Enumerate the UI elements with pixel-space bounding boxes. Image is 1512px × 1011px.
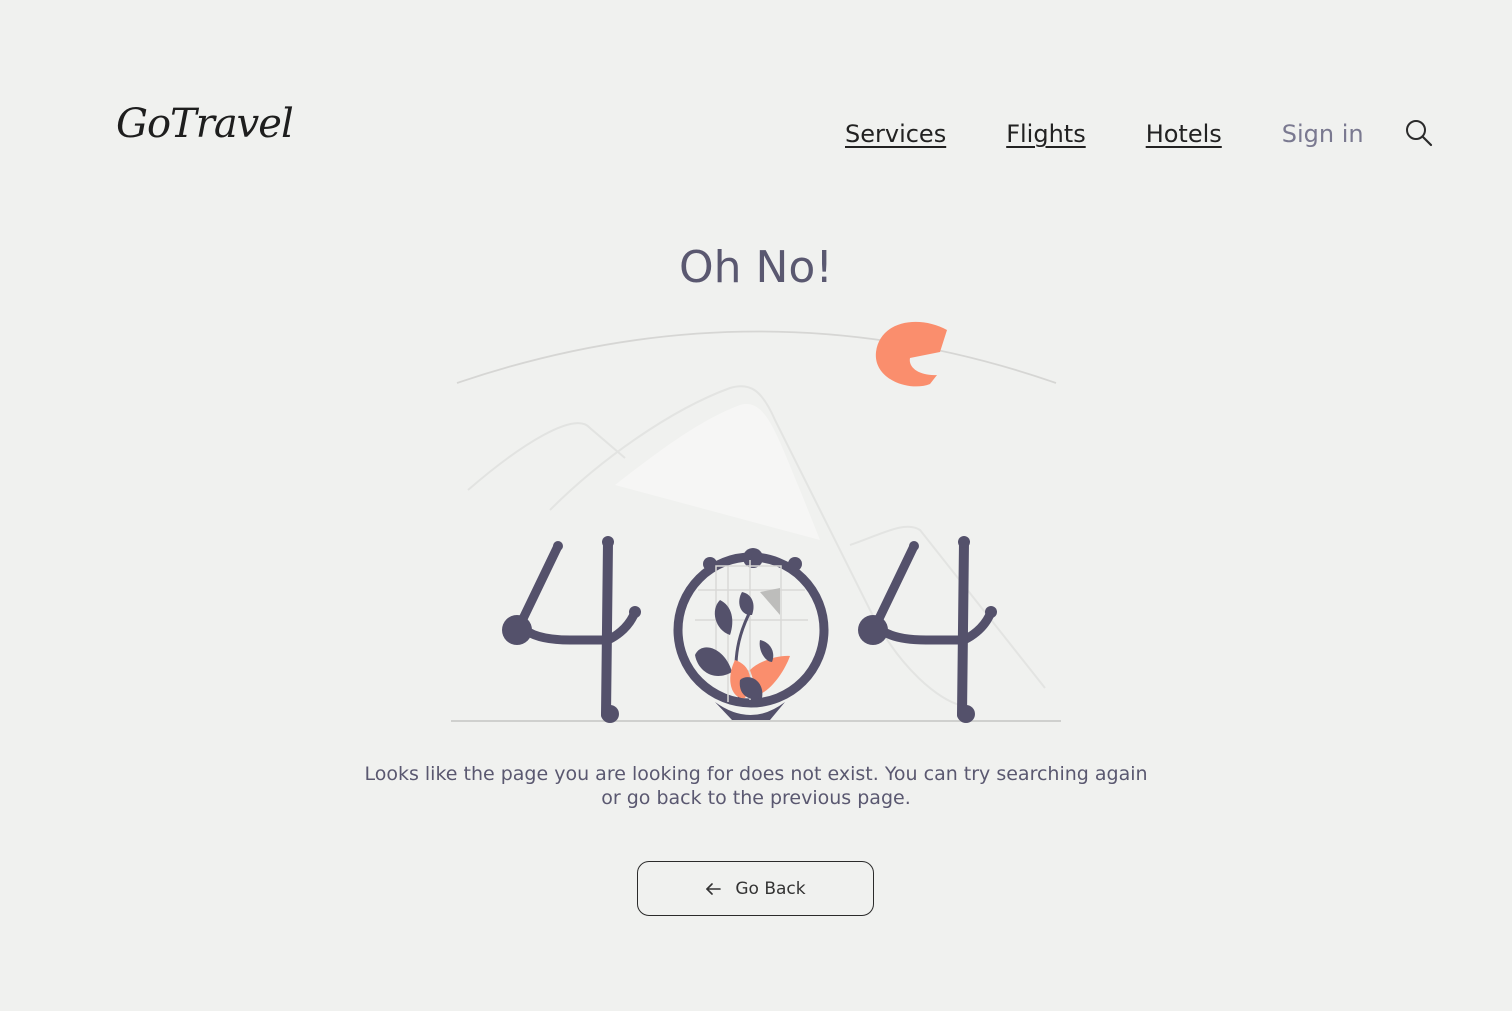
main-nav: Services Flights Hotels Sign in — [845, 116, 1364, 152]
page-title: Oh No! — [679, 242, 833, 293]
nav-link-hotels[interactable]: Hotels — [1146, 120, 1222, 148]
search-icon — [1406, 120, 1433, 147]
error-message: Looks like the page you are looking for … — [364, 763, 1148, 809]
404-illustration — [451, 321, 1061, 723]
arrow-left-icon — [706, 882, 722, 895]
logo[interactable]: GoTravel — [116, 104, 294, 144]
nav-link-flights[interactable]: Flights — [1006, 120, 1086, 148]
go-back-button[interactable]: Go Back — [637, 861, 874, 916]
nav-link-services[interactable]: Services — [845, 120, 946, 148]
sign-in-link[interactable]: Sign in — [1282, 120, 1364, 148]
go-back-label: Go Back — [735, 878, 806, 899]
site-header: GoTravel Services Flights Hotels Sign in — [0, 0, 1512, 180]
search-button[interactable] — [1404, 118, 1434, 148]
